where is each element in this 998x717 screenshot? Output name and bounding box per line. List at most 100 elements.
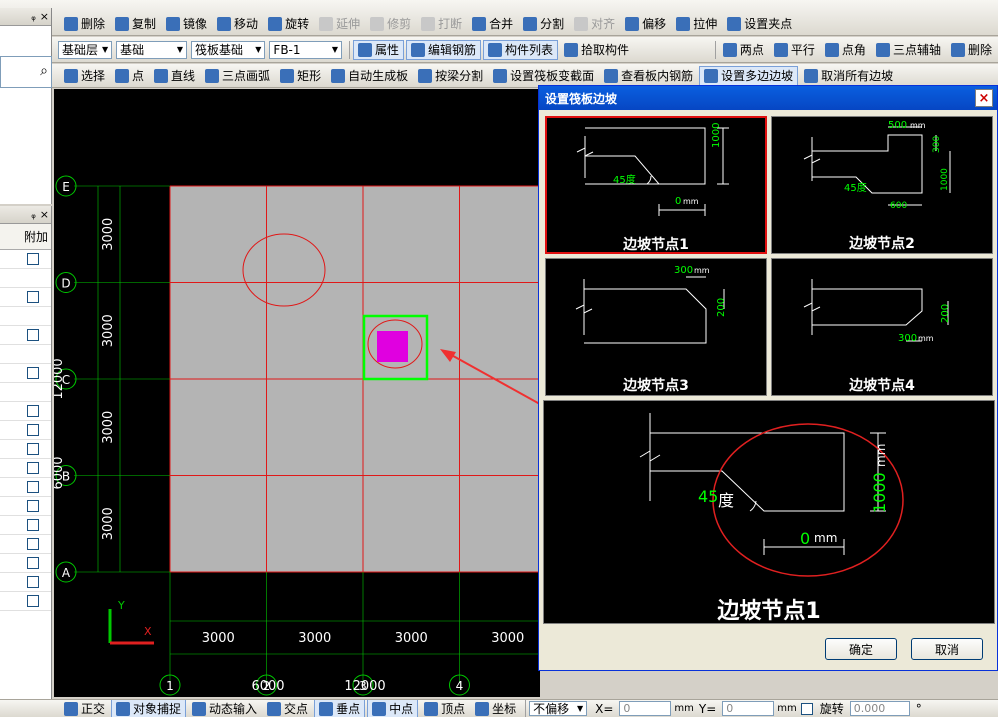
tb3-auto-slab-button[interactable]: 自动生成板 <box>327 66 412 86</box>
tb2r-delete-axis-button[interactable]: 删除 <box>947 40 996 60</box>
tb3-beam-split-button[interactable]: 按梁分割 <box>414 66 487 86</box>
addition-checkbox[interactable] <box>27 405 39 417</box>
status-midpoint-button[interactable]: 中点 <box>367 700 419 717</box>
tb3-variable-section-button[interactable]: 设置筏板变截面 <box>489 66 598 86</box>
property-row <box>0 497 51 516</box>
tb2-pick-button[interactable]: 拾取构件 <box>560 40 633 60</box>
slope-dialog: 设置筏板边坡 × 45度 1000 0 mm 边坡节点1 500 mm 300 … <box>538 85 998 671</box>
offset-mode-select[interactable]: 不偏移 ▼ <box>529 701 588 716</box>
drawing-canvas[interactable]: EDCBA12345300030003000300012000600030003… <box>54 89 540 697</box>
addition-checkbox[interactable] <box>27 329 39 341</box>
tb2r-point-angle-button[interactable]: 点角 <box>821 40 870 60</box>
close-icon[interactable]: × <box>40 208 49 221</box>
status-dynamic-input-button[interactable]: 动态输入 <box>188 700 261 717</box>
addition-checkbox[interactable] <box>27 576 39 588</box>
status-intersection-button[interactable]: 交点 <box>263 700 312 717</box>
tb1-label: 偏移 <box>642 17 667 31</box>
multi-slope-icon <box>704 68 719 83</box>
pin-icon[interactable]: ᵩ <box>31 10 36 23</box>
tb1-rotate-button[interactable]: 旋转 <box>264 14 313 34</box>
tb1-delete-button[interactable]: 删除 <box>60 14 109 34</box>
tb3-cancel-slope-button[interactable]: 取消所有边坡 <box>800 66 897 86</box>
tb1-grip-button[interactable]: 设置夹点 <box>723 14 796 34</box>
cancel-button[interactable]: 取消 <box>911 638 983 660</box>
tb3-label: 自动生成板 <box>348 69 409 83</box>
tb3-select-button[interactable]: 选择 <box>60 66 109 86</box>
node1-angle: 45度 <box>613 175 636 186</box>
tb1-mirror-button[interactable]: 镜像 <box>162 14 211 34</box>
tb2-edit-rebar-button[interactable]: 编辑钢筋 <box>405 39 481 60</box>
tb1-extend-button[interactable]: 延伸 <box>315 14 364 34</box>
search-icon[interactable]: ⌕ <box>40 63 48 79</box>
addition-checkbox[interactable] <box>27 595 39 607</box>
pin-icon[interactable]: ᵩ <box>31 208 36 221</box>
tb2r-label: 两点 <box>739 43 764 57</box>
slope-node-1-label: 边坡节点1 <box>623 237 689 253</box>
addition-checkbox[interactable] <box>27 557 39 569</box>
mirror-icon <box>166 16 181 31</box>
category-select[interactable]: 基础 ▼ <box>116 40 187 59</box>
tb2r-two-point-button[interactable]: 两点 <box>719 40 768 60</box>
tb3-multi-slope-button[interactable]: 设置多边边坡 <box>699 65 799 86</box>
layer-select[interactable]: 基础层 ▼ <box>58 40 113 59</box>
tb3-arc-button[interactable]: 三点画弧 <box>201 66 274 86</box>
addition-checkbox[interactable] <box>27 424 39 436</box>
tb3-point-button[interactable]: 点 <box>111 66 148 86</box>
status-coordinate-button[interactable]: 坐标 <box>471 700 520 717</box>
node2-height: 300 <box>932 135 942 153</box>
tb1-trim-button[interactable]: 修剪 <box>366 14 415 34</box>
tb1-copy-button[interactable]: 复制 <box>111 14 160 34</box>
y-input[interactable]: 0 <box>722 701 775 716</box>
addition-checkbox[interactable] <box>27 291 39 303</box>
trim-icon <box>370 16 385 31</box>
rotate-checkbox[interactable] <box>800 702 813 715</box>
tb3-label: 三点画弧 <box>222 69 271 83</box>
tb1-label: 延伸 <box>336 17 361 31</box>
slope-node-3[interactable]: 300 mm 200 边坡节点3 <box>545 258 767 396</box>
type-select[interactable]: 筏板基础 ▼ <box>191 40 266 59</box>
tb3-rectangle-button[interactable]: 矩形 <box>276 66 325 86</box>
slope-node-2[interactable]: 500 mm 300 1000 45度 600 边坡节点2 <box>771 116 993 254</box>
preview-angle: 45 <box>698 487 719 506</box>
view-rebar-icon <box>604 68 619 83</box>
addition-checkbox[interactable] <box>27 253 39 265</box>
addition-checkbox[interactable] <box>27 519 39 531</box>
addition-checkbox[interactable] <box>27 481 39 493</box>
node3-unit: mm <box>694 266 710 275</box>
tb1-split-button[interactable]: 分割 <box>519 14 568 34</box>
tb2-properties-button[interactable]: 属性 <box>352 39 404 60</box>
ok-button[interactable]: 确定 <box>825 638 897 660</box>
tb1-merge-button[interactable]: 合并 <box>468 14 517 34</box>
status-osnap-button[interactable]: 对象捕捉 <box>111 700 187 717</box>
search-box[interactable]: ⌕ <box>0 56 52 88</box>
addition-checkbox[interactable] <box>27 367 39 379</box>
tb2-component-list-button[interactable]: 构件列表 <box>482 39 558 60</box>
tb1-align-button[interactable]: 对齐 <box>570 14 619 34</box>
close-icon[interactable]: × <box>40 10 49 23</box>
status-ortho-button[interactable]: 正交 <box>60 700 109 717</box>
status-vertex-button[interactable]: 顶点 <box>420 700 469 717</box>
tb2r-parallel-button[interactable]: 平行 <box>770 40 819 60</box>
tb1-move-button[interactable]: 移动 <box>213 14 262 34</box>
beam-split-icon <box>418 68 433 83</box>
tb1-stretch-button[interactable]: 拉伸 <box>672 14 721 34</box>
tb1-break-button[interactable]: 打断 <box>417 14 466 34</box>
slope-node-1[interactable]: 45度 1000 0 mm 边坡节点1 <box>545 116 767 254</box>
tb1-offset-button[interactable]: 偏移 <box>621 14 670 34</box>
tb3-label: 设置多边边坡 <box>721 69 794 83</box>
y-axis-label: Y <box>117 599 125 612</box>
tb3-line-button[interactable]: 直线 <box>150 66 199 86</box>
element-select[interactable]: FB-1 ▼ <box>269 40 343 59</box>
x-input[interactable]: 0 <box>619 701 672 716</box>
y-unit: mm <box>777 703 797 714</box>
addition-checkbox[interactable] <box>27 538 39 550</box>
dialog-close-button[interactable]: × <box>975 89 993 107</box>
tb3-view-rebar-button[interactable]: 查看板内钢筋 <box>600 66 697 86</box>
addition-checkbox[interactable] <box>27 443 39 455</box>
addition-checkbox[interactable] <box>27 500 39 512</box>
tb2r-three-point-axis-button[interactable]: 三点辅轴 <box>872 40 945 60</box>
addition-checkbox[interactable] <box>27 462 39 474</box>
rotate-input[interactable]: 0.000 <box>849 701 910 716</box>
status-perpendicular-button[interactable]: 垂点 <box>314 700 366 717</box>
slope-node-4[interactable]: 200 300 mm 边坡节点4 <box>771 258 993 396</box>
